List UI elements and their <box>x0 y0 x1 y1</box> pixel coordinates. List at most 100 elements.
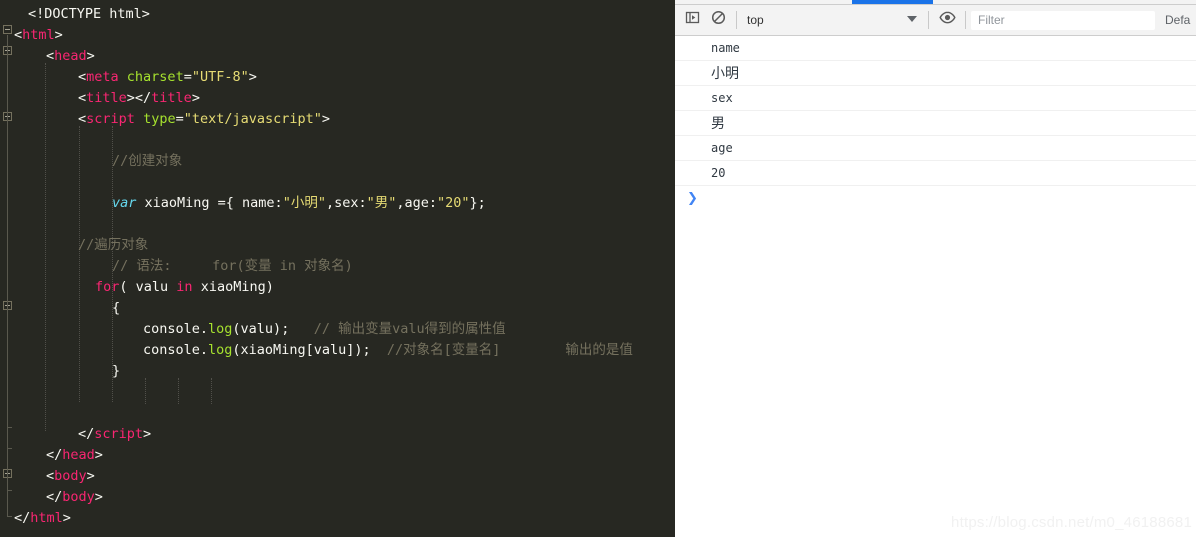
code-token: (valu); <box>232 321 290 337</box>
console-prompt-row[interactable]: ❯ <box>675 186 1196 210</box>
code-token: < <box>46 468 55 484</box>
code-token: // 语法: for(变量 in 对象名) <box>112 258 353 274</box>
code-line: <script type="text/javascript"> <box>78 109 330 130</box>
console-log-row: sex <box>675 86 1196 111</box>
code-token: ,age: <box>396 195 438 211</box>
code-token: < <box>46 48 55 64</box>
clear-console-icon <box>711 10 726 30</box>
console-log-row: 小明 <box>675 61 1196 86</box>
active-tab-indicator <box>852 0 933 4</box>
console-log-row: 男 <box>675 111 1196 136</box>
code-line: </head> <box>46 445 103 466</box>
code-token: = <box>183 69 192 85</box>
code-token: > <box>54 27 63 43</box>
code-token: </ <box>46 447 63 463</box>
code-line: </html> <box>14 508 71 529</box>
code-token: meta <box>86 69 119 85</box>
devtools-pane[interactable]: top Filter Defa name 小明 sex 男 age 20 ❯ https:/… <box>675 0 1196 537</box>
code-line: </script> <box>78 424 151 445</box>
code-token: > <box>94 447 103 463</box>
prompt-chevron-icon: ❯ <box>687 190 698 206</box>
code-token: title <box>86 90 127 106</box>
live-expression-button[interactable] <box>934 7 960 33</box>
code-token: html <box>30 510 63 526</box>
code-line: <html> <box>14 25 63 46</box>
code-token: html <box>22 27 55 43</box>
code-token: > <box>248 69 257 85</box>
code-token: }; <box>469 195 486 211</box>
code-token: </ <box>78 426 95 442</box>
code-token: "UTF-8" <box>191 69 249 85</box>
watermark-text: https://blog.csdn.net/m0_46188681 <box>951 514 1192 531</box>
console-sidebar-icon <box>685 10 700 30</box>
code-token: //对象名[变量名] 输出的是值 <box>370 342 633 358</box>
code-line: </body> <box>46 487 103 508</box>
code-token: > <box>62 510 71 526</box>
code-token: log <box>208 321 233 337</box>
code-line: // 语法: for(变量 in 对象名) <box>112 256 353 277</box>
code-line: var xiaoMing ={ name:"小明",sex:"男",age:"2… <box>112 193 486 214</box>
execution-context-label: top <box>747 13 764 27</box>
code-token: ,sex: <box>325 195 367 211</box>
code-line: //遍历对象 <box>78 235 148 256</box>
code-line: } <box>112 361 120 382</box>
code-token: "text/javascript" <box>183 111 322 127</box>
code-token: > <box>143 426 152 442</box>
console-toolbar[interactable]: top Filter Defa <box>675 5 1196 36</box>
code-token: "20" <box>437 195 470 211</box>
code-token: body <box>62 489 95 505</box>
code-token: type <box>143 111 176 127</box>
console-sidebar-toggle-button[interactable] <box>679 7 705 33</box>
code-token: console. <box>143 321 209 337</box>
code-token: script <box>94 426 144 442</box>
code-line: <!DOCTYPE html> <box>28 4 150 25</box>
code-line: console.log(xiaoMing[valu]); //对象名[变量名] … <box>143 340 633 361</box>
code-token: for <box>95 279 120 295</box>
console-log-row: age <box>675 136 1196 161</box>
code-line: <meta charset="UTF-8"> <box>78 67 257 88</box>
chevron-down-icon <box>907 16 917 22</box>
clear-console-button[interactable] <box>705 7 731 33</box>
code-token: = <box>175 111 184 127</box>
code-line: <head> <box>46 46 95 67</box>
code-token: title <box>151 90 192 106</box>
code-token: xiaoMing) <box>192 279 274 295</box>
code-token: } <box>112 363 121 379</box>
code-token: head <box>62 447 95 463</box>
execution-context-select[interactable]: top <box>742 9 923 31</box>
toolbar-divider-2 <box>928 11 929 29</box>
code-token: > <box>86 48 95 64</box>
code-token: console. <box>143 342 209 358</box>
log-levels-dropdown[interactable]: Defa <box>1165 13 1190 27</box>
code-line: <title></title> <box>78 88 200 109</box>
code-token: body <box>54 468 87 484</box>
code-token: < <box>78 111 87 127</box>
code-token: > <box>94 489 103 505</box>
console-output-area[interactable]: name 小明 sex 男 age 20 ❯ <box>675 36 1196 537</box>
code-token: < <box>78 69 87 85</box>
code-token: "小明" <box>282 195 326 211</box>
code-token: // 输出变量valu得到的属性值 <box>289 321 506 337</box>
code-token: //遍历对象 <box>78 237 149 253</box>
code-token: in <box>176 279 193 295</box>
live-expression-eye-icon <box>938 11 956 29</box>
code-editor-pane[interactable]: <!DOCTYPE html> <html> <head> <meta charset… <box>0 0 675 537</box>
code-token: > <box>321 111 331 127</box>
code-line: { <box>112 298 120 319</box>
code-token: //创建对象 <box>112 153 183 169</box>
code-token: head <box>54 48 87 64</box>
toolbar-divider-3 <box>965 11 966 29</box>
code-text-surface[interactable]: <!DOCTYPE html> <html> <head> <meta charset… <box>0 0 675 537</box>
screen-root: <!DOCTYPE html> <html> <head> <meta charset… <box>0 0 1196 537</box>
code-line: for( valu in xiaoMing) <box>95 277 274 298</box>
code-token: < <box>14 27 23 43</box>
code-token: log <box>208 342 233 358</box>
code-token: <!DOCTYPE html> <box>28 6 150 22</box>
console-filter-input[interactable]: Filter <box>971 10 1155 30</box>
code-token: script <box>86 111 135 127</box>
code-token: < <box>78 90 87 106</box>
code-token: "男" <box>366 195 397 211</box>
console-log-row: name <box>675 36 1196 61</box>
